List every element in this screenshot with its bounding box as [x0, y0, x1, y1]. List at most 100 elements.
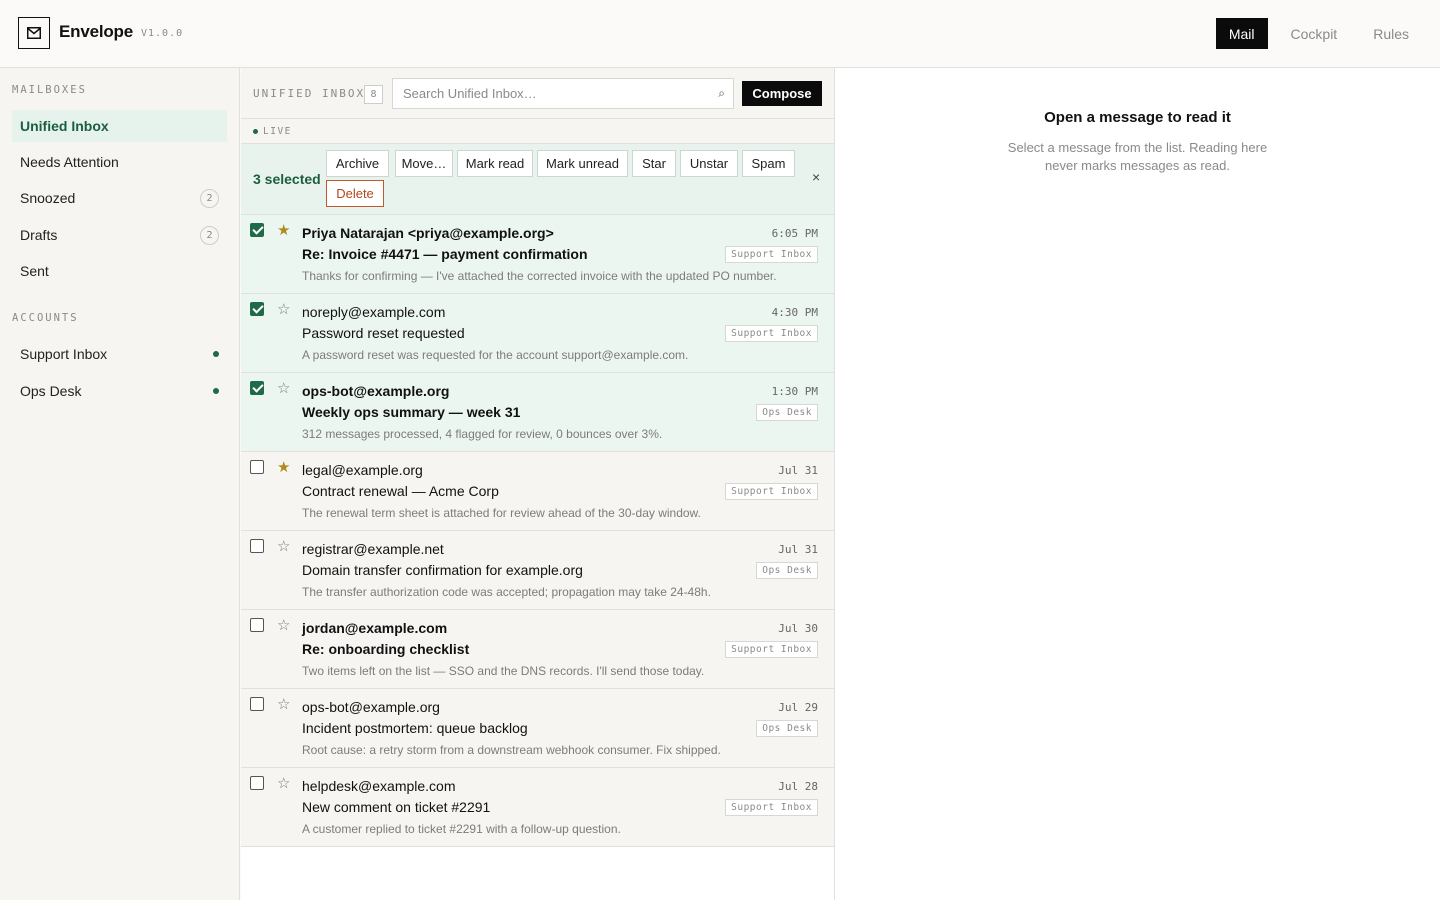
- message-subject: Domain transfer confirmation for example…: [302, 562, 583, 578]
- message-time: Jul 29: [778, 701, 818, 714]
- envelope-logo-icon: [18, 17, 50, 49]
- message-checkbox[interactable]: [250, 776, 264, 790]
- sidebar-item-label: Unified Inbox: [20, 118, 109, 134]
- message-sender: ops-bot@example.org: [302, 383, 450, 399]
- message-checkbox[interactable]: [250, 618, 264, 632]
- nav-mail[interactable]: Mail: [1215, 18, 1268, 49]
- account-tag: Support Inbox: [725, 325, 818, 342]
- move-button[interactable]: Move…: [395, 150, 453, 177]
- list-title: UNIFIED INBOX: [253, 87, 366, 100]
- star-icon[interactable]: ☆: [277, 697, 290, 712]
- message-time: Jul 30: [778, 622, 818, 635]
- search-icon[interactable]: ⌕: [718, 86, 725, 101]
- close-selection-icon[interactable]: ×: [812, 169, 820, 185]
- app-version: V1.0.0: [141, 28, 184, 39]
- star-icon[interactable]: ☆: [277, 539, 290, 554]
- reading-pane: Open a message to read it Select a messa…: [835, 68, 1440, 900]
- sidebar-item-needs-attention[interactable]: Needs Attention: [12, 146, 227, 178]
- message-row[interactable]: ☆ ops-bot@example.org Incident postmortem:…: [241, 689, 834, 768]
- sidebar: MAILBOXES Unified Inbox Needs Attention …: [0, 68, 240, 900]
- delete-button[interactable]: Delete: [326, 180, 384, 207]
- top-bar: Envelope V1.0.0 Mail Cockpit Rules: [0, 0, 1440, 68]
- message-time: Jul 28: [778, 780, 818, 793]
- account-tag: Ops Desk: [756, 720, 818, 737]
- message-row[interactable]: ★ legal@example.org Contract renewal — Acm…: [241, 452, 834, 531]
- message-snippet: Two items left on the list — SSO and the…: [302, 664, 705, 678]
- message-row[interactable]: ★ Priya Natarajan <priya@example.org> Re: …: [241, 215, 834, 294]
- live-indicator: LIVE: [241, 119, 834, 144]
- message-snippet: A password reset was requested for the a…: [302, 348, 689, 362]
- message-row[interactable]: ☆ helpdesk@example.com New comment on tick…: [241, 768, 834, 847]
- account-tag: Ops Desk: [756, 404, 818, 421]
- compose-button[interactable]: Compose: [742, 81, 822, 106]
- sidebar-item-drafts[interactable]: Drafts 2: [12, 219, 227, 251]
- message-snippet: 312 messages processed, 4 flagged for re…: [302, 427, 663, 441]
- message-row[interactable]: ☆ jordan@example.com Re: onboarding checkl…: [241, 610, 834, 689]
- sidebar-account-ops-desk[interactable]: Ops Desk: [12, 375, 227, 407]
- star-icon[interactable]: ☆: [277, 618, 290, 633]
- search-box: ⌕: [392, 78, 734, 109]
- message-time: Jul 31: [778, 464, 818, 477]
- drafts-count-badge: 2: [200, 226, 219, 245]
- message-subject: Incident postmortem: queue backlog: [302, 720, 528, 736]
- star-icon[interactable]: ★: [277, 460, 290, 475]
- message-checkbox[interactable]: [250, 460, 264, 474]
- mark-unread-button[interactable]: Mark unread: [537, 150, 628, 177]
- star-icon[interactable]: ☆: [277, 302, 290, 317]
- live-dot-icon: [253, 129, 258, 134]
- mark-read-button[interactable]: Mark read: [457, 150, 533, 177]
- archive-button[interactable]: Archive: [326, 150, 389, 177]
- sidebar-account-support-inbox[interactable]: Support Inbox: [12, 338, 227, 370]
- message-time: 4:30 PM: [771, 306, 818, 319]
- sidebar-item-label: Drafts: [20, 227, 58, 243]
- reader-empty-subtitle: Select a message from the list. Reading …: [1007, 140, 1268, 173]
- account-tag: Ops Desk: [756, 562, 818, 579]
- main-nav: Mail Cockpit Rules: [1215, 18, 1422, 49]
- account-tag: Support Inbox: [725, 641, 818, 658]
- star-icon[interactable]: ☆: [277, 381, 290, 396]
- live-label: LIVE: [263, 126, 292, 137]
- message-checkbox[interactable]: [250, 539, 264, 553]
- message-snippet: A customer replied to ticket #2291 with …: [302, 822, 621, 836]
- star-icon[interactable]: ☆: [277, 776, 290, 791]
- account-tag: Support Inbox: [725, 799, 818, 816]
- message-checkbox[interactable]: [250, 381, 264, 395]
- account-status-dot: [213, 351, 219, 357]
- bulk-action-bar: 3 selected Archive Move… Mark read Mark …: [241, 144, 834, 215]
- message-row[interactable]: ☆ registrar@example.net Domain transfer co…: [241, 531, 834, 610]
- sidebar-item-snoozed[interactable]: Snoozed 2: [12, 182, 227, 214]
- sidebar-item-label: Ops Desk: [20, 383, 82, 399]
- message-row[interactable]: ☆ noreply@example.com Password reset reque…: [241, 294, 834, 373]
- search-input[interactable]: [393, 79, 733, 108]
- sidebar-item-unified-inbox[interactable]: Unified Inbox: [12, 110, 227, 142]
- list-header: UNIFIED INBOX 8 ⌕ Compose: [241, 68, 834, 119]
- message-checkbox[interactable]: [250, 302, 264, 316]
- message-checkbox[interactable]: [250, 223, 264, 237]
- star-icon[interactable]: ★: [277, 223, 290, 238]
- unread-count-badge: 8: [364, 85, 383, 104]
- nav-rules[interactable]: Rules: [1360, 18, 1422, 49]
- message-sender: registrar@example.net: [302, 541, 444, 557]
- accounts-heading: ACCOUNTS: [12, 312, 79, 324]
- message-subject: Re: onboarding checklist: [302, 641, 470, 657]
- message-subject: Password reset requested: [302, 325, 465, 341]
- spam-button[interactable]: Spam: [742, 150, 795, 177]
- sidebar-item-label: Snoozed: [20, 190, 76, 206]
- sidebar-item-label: Support Inbox: [20, 346, 108, 362]
- selected-count: 3 selected: [253, 171, 321, 187]
- sidebar-item-label: Sent: [20, 263, 49, 279]
- sidebar-item-sent[interactable]: Sent: [12, 255, 227, 287]
- message-subject: Re: Invoice #4471 — payment confirmation: [302, 246, 588, 262]
- account-status-dot: [213, 388, 219, 394]
- message-subject: Weekly ops summary — week 31: [302, 404, 521, 420]
- account-tag: Support Inbox: [725, 246, 818, 263]
- nav-cockpit[interactable]: Cockpit: [1278, 18, 1351, 49]
- unstar-button[interactable]: Unstar: [680, 150, 738, 177]
- message-snippet: The transfer authorization code was acce…: [302, 585, 711, 599]
- star-button[interactable]: Star: [632, 150, 676, 177]
- snoozed-count-badge: 2: [200, 189, 219, 208]
- message-checkbox[interactable]: [250, 697, 264, 711]
- message-sender: helpdesk@example.com: [302, 778, 456, 794]
- sidebar-item-label: Needs Attention: [20, 154, 119, 170]
- message-row[interactable]: ☆ ops-bot@example.org Weekly ops summary —…: [241, 373, 834, 452]
